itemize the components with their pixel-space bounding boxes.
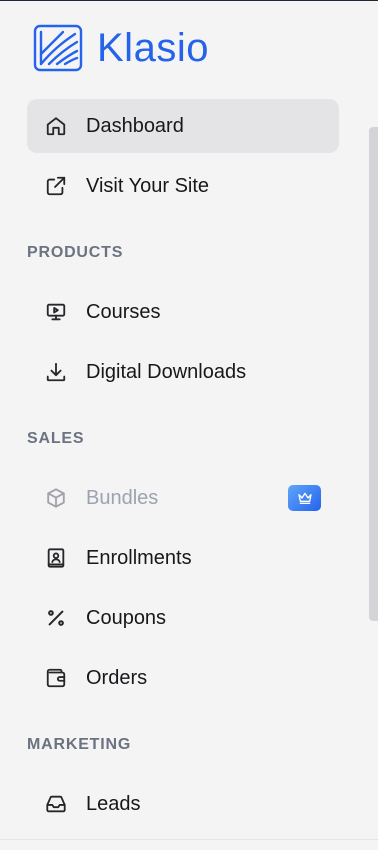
klasio-logo-icon xyxy=(33,24,83,72)
nav-item-label: Courses xyxy=(86,300,161,323)
contact-book-icon xyxy=(45,547,67,569)
nav-item-label: Digital Downloads xyxy=(86,360,247,383)
divider xyxy=(0,839,378,840)
inbox-icon xyxy=(45,793,67,815)
brand-name: Klasio xyxy=(97,26,209,70)
nav-item-visit-site[interactable]: Visit Your Site xyxy=(27,159,339,213)
nav-item-bundles[interactable]: Bundles xyxy=(27,471,339,525)
nav-item-enrollments[interactable]: Enrollments xyxy=(27,531,339,585)
section-title-marketing: MARKETING xyxy=(27,736,132,753)
sidebar: Klasio Dashboard Visit Your Site PRODUCT… xyxy=(0,0,378,850)
scrollbar-thumb[interactable] xyxy=(369,127,378,621)
home-icon xyxy=(45,115,67,137)
section-title-products: PRODUCTS xyxy=(27,244,124,261)
nav-item-coupons[interactable]: Coupons xyxy=(27,591,339,645)
nav-item-label: Dashboard xyxy=(86,114,184,137)
pro-badge xyxy=(288,485,321,511)
nav-item-dashboard[interactable]: Dashboard xyxy=(27,99,339,153)
nav-item-label: Bundles xyxy=(86,486,159,509)
nav-item-label: Leads xyxy=(86,792,141,815)
crown-icon xyxy=(297,492,312,504)
presentation-icon xyxy=(45,301,67,323)
nav-item-label: Coupons xyxy=(86,606,167,629)
nav-item-digital-downloads[interactable]: Digital Downloads xyxy=(27,345,339,399)
nav-item-label: Visit Your Site xyxy=(86,174,210,197)
nav-item-label: Orders xyxy=(86,666,148,689)
wallet-icon xyxy=(45,667,67,689)
nav-item-courses[interactable]: Courses xyxy=(27,285,339,339)
percent-icon xyxy=(45,607,67,629)
nav-item-orders[interactable]: Orders xyxy=(27,651,339,705)
external-link-icon xyxy=(45,175,67,197)
brand-logo[interactable]: Klasio xyxy=(33,23,209,73)
nav-item-label: Enrollments xyxy=(86,546,192,569)
box-icon xyxy=(45,487,67,509)
section-title-sales: SALES xyxy=(27,430,85,447)
download-icon xyxy=(45,361,67,383)
nav-item-leads[interactable]: Leads xyxy=(27,777,339,831)
